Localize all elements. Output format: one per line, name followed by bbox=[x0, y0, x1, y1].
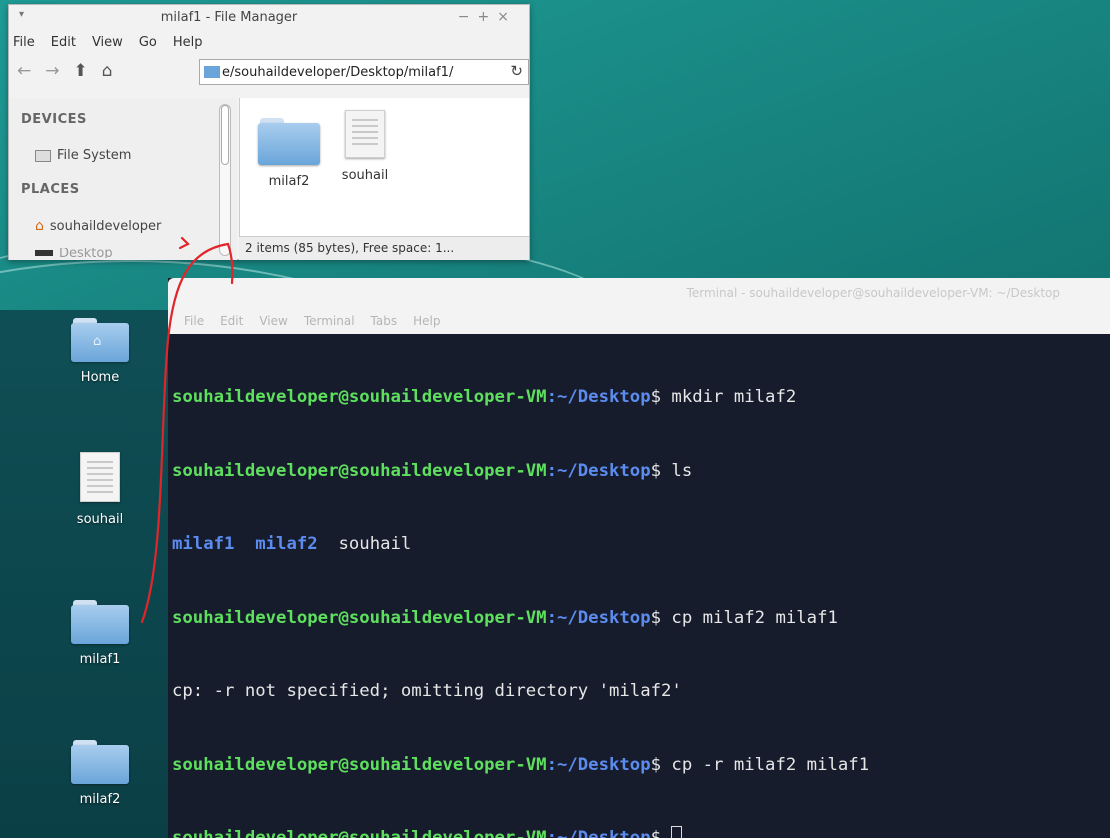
drive-icon bbox=[35, 149, 51, 162]
file-name: souhail bbox=[341, 168, 389, 183]
menu-file[interactable]: File bbox=[13, 35, 35, 50]
menu-view[interactable]: View bbox=[92, 35, 123, 50]
folder-icon bbox=[71, 740, 129, 784]
home-icon: ⌂ bbox=[35, 218, 44, 234]
menu-file[interactable]: File bbox=[184, 314, 204, 328]
desktop-icon bbox=[35, 250, 53, 256]
menu-go[interactable]: Go bbox=[139, 35, 157, 50]
file-name: milaf2 bbox=[268, 174, 310, 189]
sidebar-scrollbar[interactable] bbox=[219, 104, 231, 256]
sidebar-header-places: PLACES bbox=[21, 182, 80, 197]
terminal-line: souhaildeveloper@souhaildeveloper-VM:~/D… bbox=[172, 754, 870, 775]
file-item-souhail[interactable]: souhail bbox=[330, 110, 400, 183]
menu-help[interactable]: Help bbox=[173, 35, 203, 50]
terminal-cursor bbox=[671, 826, 683, 838]
terminal-line: souhaildeveloper@souhaildeveloper-VM:~/D… bbox=[172, 826, 1106, 838]
terminal-line: souhaildeveloper@souhaildeveloper-VM:~/D… bbox=[172, 607, 838, 628]
minimize-icon[interactable]: − bbox=[458, 9, 478, 25]
home-folder-icon: ⌂ bbox=[71, 318, 129, 362]
sidebar-item-label: File System bbox=[57, 148, 132, 163]
menu-terminal[interactable]: Terminal bbox=[304, 314, 355, 328]
terminal-menubar: File Edit View Terminal Tabs Help bbox=[168, 308, 1110, 334]
desktop-icon-souhail[interactable]: souhail bbox=[55, 452, 145, 527]
folder-icon bbox=[258, 118, 320, 166]
menu-tabs[interactable]: Tabs bbox=[371, 314, 398, 328]
location-bar[interactable]: e/souhaildeveloper/Desktop/milaf1/ ↻ bbox=[199, 59, 529, 85]
reload-icon[interactable]: ↻ bbox=[510, 62, 523, 80]
file-item-milaf2[interactable]: milaf2 bbox=[254, 118, 324, 189]
terminal-line: souhaildeveloper@souhaildeveloper-VM:~/D… bbox=[172, 460, 693, 481]
file-manager-titlebar[interactable]: ▾ milaf1 - File Manager −+× bbox=[9, 5, 529, 31]
status-bar: 2 items (85 bytes), Free space: 1... bbox=[239, 236, 529, 260]
back-arrow-icon[interactable]: ← bbox=[17, 61, 31, 81]
sidebar-item-label: souhaildeveloper bbox=[49, 218, 162, 234]
menu-help[interactable]: Help bbox=[413, 314, 440, 328]
file-view: milaf2 souhail bbox=[239, 98, 529, 236]
location-path: e/souhaildeveloper/Desktop/milaf1/ bbox=[222, 64, 454, 80]
terminal-output[interactable]: souhaildeveloper@souhaildeveloper-VM:~/D… bbox=[172, 336, 1106, 838]
desktop-icon-label: milaf2 bbox=[79, 792, 121, 807]
file-manager-sidebar: DEVICES File System PLACES ⌂ souhaildeve… bbox=[9, 98, 237, 260]
window-controls[interactable]: −+× bbox=[458, 9, 517, 25]
file-manager-toolbar: ← → ⬆ ⌂ e/souhaildeveloper/Desktop/milaf… bbox=[9, 53, 529, 89]
folder-small-icon bbox=[204, 66, 220, 78]
terminal-line: cp: -r not specified; omitting directory… bbox=[172, 681, 682, 701]
terminal-window[interactable]: Terminal - souhaildeveloper@souhaildevel… bbox=[168, 278, 1110, 838]
file-manager-window[interactable]: ▾ milaf1 - File Manager −+× File Edit Vi… bbox=[8, 4, 530, 260]
close-icon[interactable]: × bbox=[497, 9, 517, 25]
up-arrow-icon[interactable]: ⬆ bbox=[74, 61, 88, 81]
window-title: milaf1 - File Manager bbox=[160, 10, 298, 25]
desktop-icon-label: milaf1 bbox=[79, 652, 121, 667]
terminal-titlebar[interactable]: Terminal - souhaildeveloper@souhaildevel… bbox=[168, 278, 1110, 308]
menu-view[interactable]: View bbox=[259, 314, 287, 328]
sidebar-item-label: Desktop bbox=[59, 248, 113, 258]
desktop-icon-label: souhail bbox=[76, 512, 124, 527]
forward-arrow-icon[interactable]: → bbox=[45, 61, 59, 81]
desktop-icon-label: Home bbox=[80, 370, 120, 385]
maximize-icon[interactable]: + bbox=[478, 9, 498, 25]
document-icon bbox=[345, 110, 385, 158]
terminal-line: souhaildeveloper@souhaildeveloper-VM:~/D… bbox=[172, 387, 797, 407]
desktop-icon-home[interactable]: ⌂ Home bbox=[55, 318, 145, 385]
menu-edit[interactable]: Edit bbox=[220, 314, 243, 328]
sidebar-header-devices: DEVICES bbox=[21, 112, 87, 127]
sidebar-item-desktop[interactable]: Desktop bbox=[35, 248, 113, 258]
file-manager-menubar: File Edit View Go Help bbox=[9, 31, 529, 53]
document-icon bbox=[80, 452, 120, 502]
menu-edit[interactable]: Edit bbox=[51, 35, 76, 50]
desktop-icon-milaf2[interactable]: milaf2 bbox=[55, 740, 145, 807]
sidebar-item-home[interactable]: ⌂ souhaildeveloper bbox=[35, 218, 161, 234]
terminal-line: milaf1 milaf2 souhail bbox=[172, 534, 412, 554]
sidebar-item-file-system[interactable]: File System bbox=[35, 148, 131, 163]
home-icon[interactable]: ⌂ bbox=[102, 61, 113, 81]
desktop-icon-milaf1[interactable]: milaf1 bbox=[55, 600, 145, 667]
folder-icon bbox=[71, 600, 129, 644]
